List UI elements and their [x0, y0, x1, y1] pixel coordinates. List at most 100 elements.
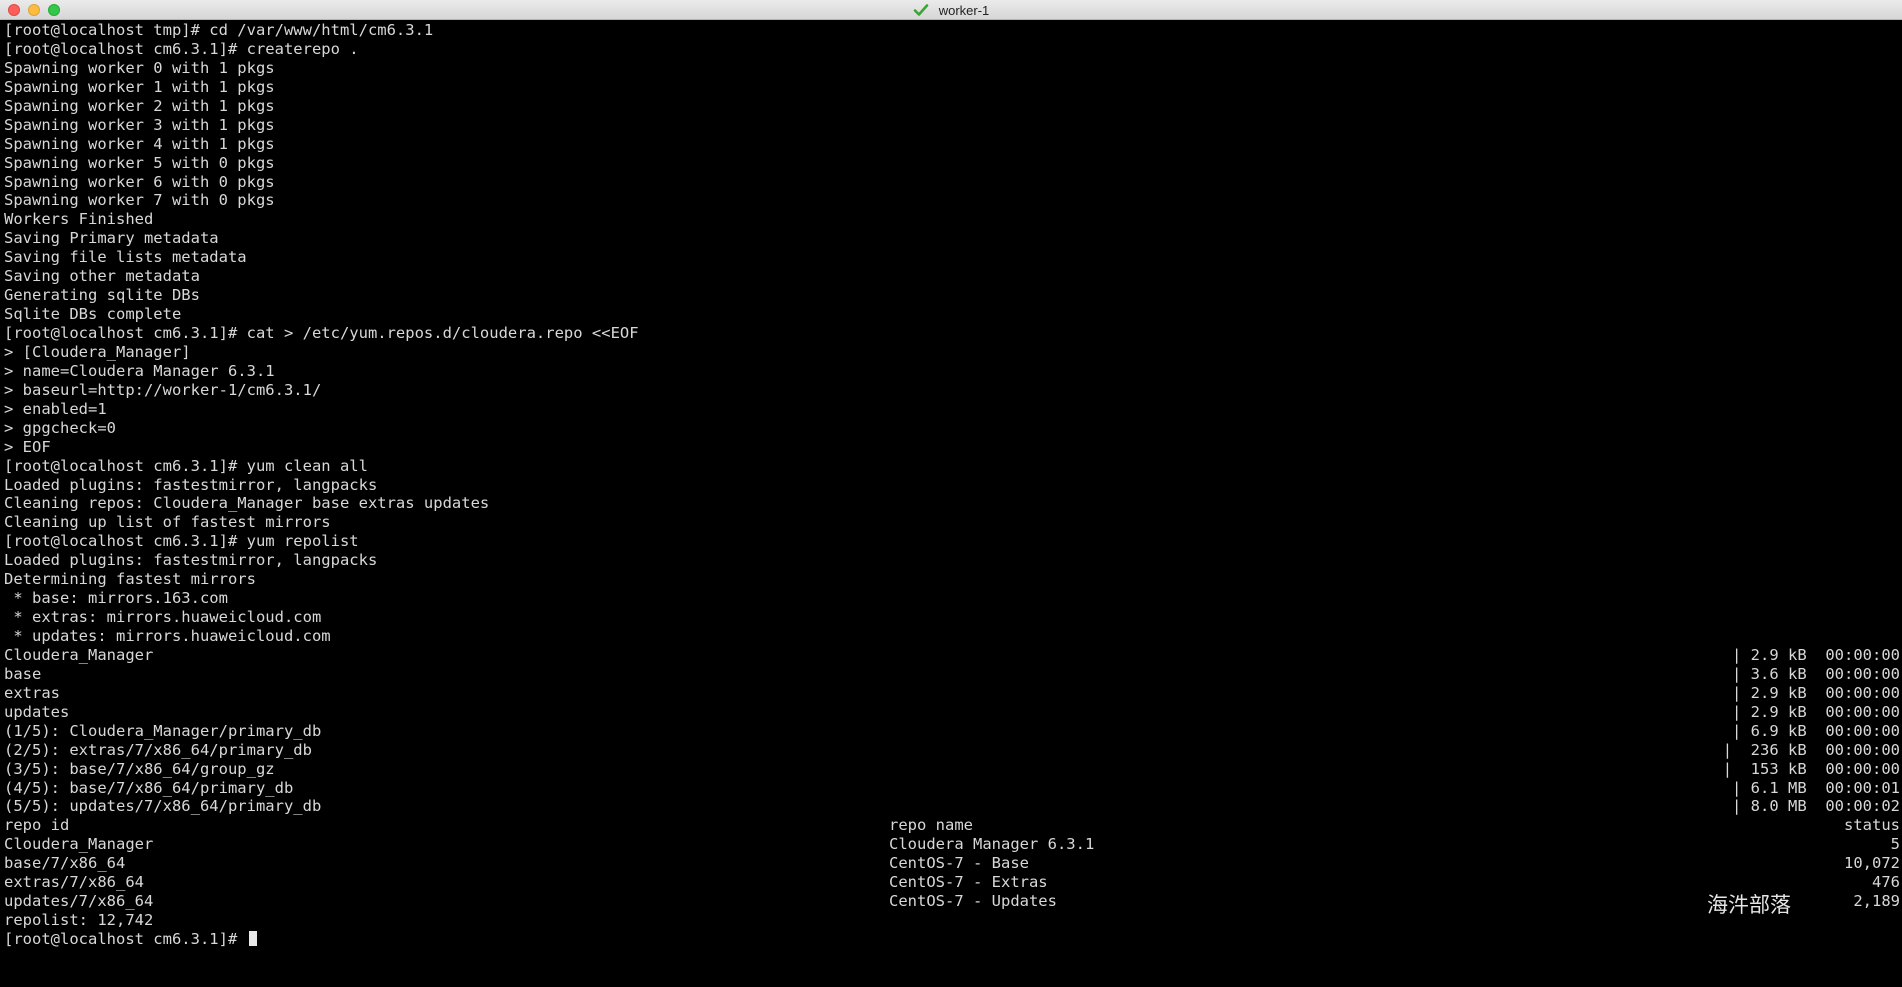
repo-table-row: extras/7/x86_64 CentOS-7 - Extras 476 [4, 873, 1900, 892]
terminal-line-text: > enabled=1 [4, 399, 107, 418]
repo-name-cell: CentOS-7 - Base [889, 854, 1029, 873]
terminal-line-text: * updates: mirrors.huaweicloud.com [4, 627, 331, 645]
terminal-line-text: Loaded plugins: fastestmirror, langpacks [4, 475, 378, 494]
terminal-line-text: Spawning worker 1 with 1 pkgs [4, 77, 275, 96]
terminal-line-text: Workers Finished [4, 210, 154, 229]
window-title-group: worker-1 [0, 0, 1902, 20]
terminal-line: * extras: mirrors.huaweicloud.com [4, 608, 1900, 627]
terminal-line: Cleaning repos: Cloudera_Manager base ex… [4, 494, 1900, 513]
repo-table-row: Cloudera_Manager Cloudera Manager 6.3.1 5 [4, 835, 1900, 854]
repo-name-header: repo name [889, 816, 973, 835]
terminal-line: Spawning worker 6 with 0 pkgs [4, 173, 1900, 192]
terminal-line: [root@localhost cm6.3.1]# yum repolist [4, 532, 1900, 551]
terminal-line: Determining fastest mirrors [4, 570, 1900, 589]
repo-id-cell: updates/7/x86_64 [4, 892, 154, 911]
terminal-line: Sqlite DBs complete [4, 305, 1900, 324]
terminal-line-text: [root@localhost cm6.3.1]# yum repolist [4, 532, 359, 551]
terminal-line-text: > baseurl=http://worker-1/cm6.3.1/ [4, 380, 322, 399]
terminal-line: Loaded plugins: fastestmirror, langpacks [4, 551, 1900, 570]
repo-id-cell: base/7/x86_64 [4, 854, 126, 873]
terminal-line-text: Spawning worker 4 with 1 pkgs [4, 134, 275, 153]
download-progress: | 8.0 MB 00:00:02 [1732, 797, 1900, 816]
terminal-line: > [Cloudera_Manager] [4, 343, 1900, 362]
terminal-line: > gpgcheck=0 [4, 419, 1900, 438]
repo-status-header: status [1844, 816, 1900, 835]
terminal-output[interactable]: [root@localhost tmp]# cd /var/www/html/c… [4, 21, 1900, 951]
terminal-line-text: Saving other metadata [4, 267, 200, 286]
repolist-summary-line: repolist: 12,742 [4, 911, 1900, 930]
download-name: (3/5): base/7/x86_64/group_gz [4, 759, 275, 778]
terminal-text-lines: [root@localhost tmp]# cd /var/www/html/c… [4, 21, 1900, 646]
repo-status-cell: 476 [1872, 873, 1900, 892]
terminal-line-text: > gpgcheck=0 [4, 418, 116, 437]
terminal-line-text: Spawning worker 2 with 1 pkgs [4, 96, 275, 115]
terminal-line: [root@localhost cm6.3.1]# yum clean all [4, 457, 1900, 476]
repo-table-row: updates/7/x86_64 CentOS-7 - Updates 2,189 [4, 892, 1900, 911]
terminal-line: Spawning worker 0 with 1 pkgs [4, 59, 1900, 78]
download-progress: | 236 kB 00:00:00 [1722, 740, 1900, 759]
terminal-line-text: [root@localhost cm6.3.1]# createrepo . [4, 39, 359, 58]
terminal-line: Workers Finished [4, 210, 1900, 229]
terminal-line-text: * extras: mirrors.huaweicloud.com [4, 608, 322, 627]
download-progress: | 6.9 kB 00:00:00 [1732, 721, 1900, 740]
terminal-line-text: * base: mirrors.163.com [4, 589, 228, 608]
terminal-line-text: Saving Primary metadata [4, 229, 219, 248]
download-line: (5/5): updates/7/x86_64/primary_db | 8.0 … [4, 797, 1900, 816]
terminal-line: Saving other metadata [4, 267, 1900, 286]
terminal-line-text: Cleaning repos: Cloudera_Manager base ex… [4, 494, 490, 513]
terminal-line: Spawning worker 3 with 1 pkgs [4, 116, 1900, 135]
terminal-line: Spawning worker 2 with 1 pkgs [4, 97, 1900, 116]
download-line: updates | 2.9 kB 00:00:00 [4, 703, 1900, 722]
repo-table-row: base/7/x86_64 CentOS-7 - Base 10,072 [4, 854, 1900, 873]
terminal-line: [root@localhost cm6.3.1]# createrepo . [4, 40, 1900, 59]
terminal-line: Spawning worker 4 with 1 pkgs [4, 135, 1900, 154]
download-line: base | 3.6 kB 00:00:00 [4, 665, 1900, 684]
download-name: (1/5): Cloudera_Manager/primary_db [4, 721, 322, 740]
terminal-line-text: Determining fastest mirrors [4, 570, 256, 589]
download-progress: | 3.6 kB 00:00:00 [1732, 664, 1900, 683]
terminal-line-text: Loaded plugins: fastestmirror, langpacks [4, 551, 378, 570]
window-title: worker-1 [938, 2, 990, 18]
repo-status-cell: 2,189 [1853, 892, 1900, 911]
command-prompt: [root@localhost cm6.3.1]# [4, 930, 247, 948]
terminal-line-text: [root@localhost cm6.3.1]# cat > /etc/yum… [4, 324, 639, 342]
terminal-line-text: [root@localhost cm6.3.1]# yum clean all [4, 456, 368, 475]
terminal-line: Spawning worker 7 with 0 pkgs [4, 191, 1900, 210]
terminal-line: > enabled=1 [4, 400, 1900, 419]
download-name: (5/5): updates/7/x86_64/primary_db [4, 797, 322, 816]
repo-status-cell: 5 [1890, 835, 1900, 854]
terminal-line-text: Cleaning up list of fastest mirrors [4, 513, 331, 532]
repo-table-header: repo id repo name status [4, 816, 1900, 835]
terminal-line-text: Spawning worker 3 with 1 pkgs [4, 115, 275, 134]
download-line: (3/5): base/7/x86_64/group_gz | 153 kB 00… [4, 760, 1900, 779]
green-checkmark-icon [913, 4, 929, 16]
terminal-line-text: [root@localhost tmp]# cd /var/www/html/c… [4, 21, 434, 39]
repo-id-header: repo id [4, 816, 70, 835]
download-progress-lines: Cloudera_Manager | 2.9 kB 00:00:00 base | 3… [4, 646, 1900, 816]
terminal-cursor[interactable] [248, 931, 257, 946]
terminal-line-text: Spawning worker 7 with 0 pkgs [4, 191, 275, 210]
window-titlebar[interactable]: worker-1 [0, 0, 1902, 20]
download-name: base [4, 664, 42, 683]
terminal-line-text: > EOF [4, 437, 51, 456]
terminal-line-text: Spawning worker 6 with 0 pkgs [4, 172, 275, 191]
terminal-line: [root@localhost cm6.3.1]# cat > /etc/yum… [4, 324, 1900, 343]
command-prompt-line[interactable]: [root@localhost cm6.3.1]# [4, 930, 1900, 949]
download-progress: | 2.9 kB 00:00:00 [1732, 702, 1900, 721]
repo-name-cell: Cloudera Manager 6.3.1 [889, 835, 1095, 854]
repo-name-cell: CentOS-7 - Updates [889, 892, 1057, 911]
download-line: Cloudera_Manager | 2.9 kB 00:00:00 [4, 646, 1900, 665]
repo-name-cell: CentOS-7 - Extras [889, 873, 1048, 892]
terminal-line-text: Spawning worker 0 with 1 pkgs [4, 58, 275, 77]
download-line: (2/5): extras/7/x86_64/primary_db | 236 k… [4, 741, 1900, 760]
terminal-line: Generating sqlite DBs [4, 286, 1900, 305]
terminal-line-text: > name=Cloudera Manager 6.3.1 [4, 361, 275, 380]
terminal-line: Saving Primary metadata [4, 229, 1900, 248]
terminal-line-text: Generating sqlite DBs [4, 286, 200, 305]
download-line: extras | 2.9 kB 00:00:00 [4, 684, 1900, 703]
terminal-line: * updates: mirrors.huaweicloud.com [4, 627, 1900, 646]
terminal-line: Cleaning up list of fastest mirrors [4, 513, 1900, 532]
watermark-text: 海汼部落 [1707, 893, 1791, 917]
download-name: extras [4, 683, 60, 702]
terminal-line: Spawning worker 5 with 0 pkgs [4, 154, 1900, 173]
